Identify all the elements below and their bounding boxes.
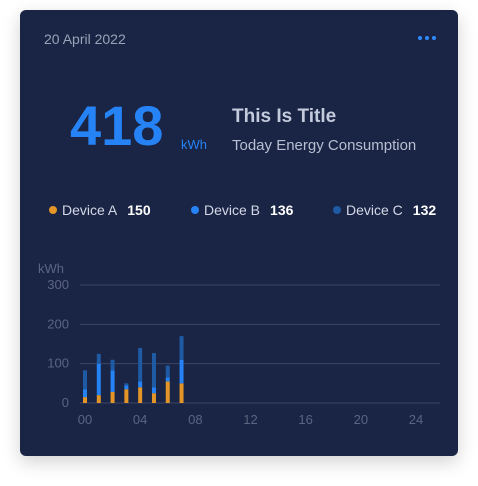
legend-dot-icon bbox=[49, 206, 57, 214]
legend-item-device-b: Device B 136 bbox=[191, 202, 293, 218]
chart-bar-device-b bbox=[124, 385, 129, 390]
chart-bar-device-c bbox=[124, 383, 129, 386]
chart-bar-device-a bbox=[138, 387, 143, 403]
y-tick-label: 100 bbox=[47, 356, 69, 371]
x-tick-label: 12 bbox=[243, 412, 257, 427]
chart-bar-device-b bbox=[138, 381, 143, 388]
legend-dot-icon bbox=[333, 206, 341, 214]
chart-bar-device-c bbox=[110, 359, 115, 371]
y-axis-label: kWh bbox=[38, 261, 64, 276]
chart-bar-device-c bbox=[96, 353, 101, 364]
card-subtitle: Today Energy Consumption bbox=[232, 137, 417, 154]
y-tick-label: 300 bbox=[47, 277, 69, 292]
legend-item-device-c: Device C 132 bbox=[333, 202, 436, 218]
chart-bar-device-a bbox=[179, 383, 184, 403]
chart-bar-device-b bbox=[151, 387, 156, 394]
chart-bar-device-c bbox=[151, 353, 156, 388]
more-options-icon[interactable] bbox=[418, 32, 440, 44]
date-label: 20 April 2022 bbox=[44, 31, 126, 47]
chart-bar-device-a bbox=[96, 395, 101, 403]
chart-bar-device-a bbox=[83, 397, 87, 403]
consumption-unit: kWh bbox=[181, 137, 207, 152]
chart-bar-device-b bbox=[165, 377, 170, 382]
y-tick-label: 200 bbox=[47, 316, 69, 331]
chart-bar-device-b bbox=[179, 359, 184, 384]
chart-bar-device-b bbox=[110, 370, 115, 392]
x-tick-label: 24 bbox=[409, 412, 423, 427]
chart-bar-device-a bbox=[124, 389, 129, 403]
x-tick-label: 20 bbox=[354, 412, 368, 427]
card-title: This Is Title bbox=[232, 106, 337, 127]
legend-label: Device C bbox=[346, 202, 403, 218]
energy-bar-chart: kWh 0 100 200 300 00 04 08 12 16 20 24 bbox=[38, 261, 440, 427]
legend-label: Device B bbox=[204, 202, 261, 218]
x-tick-label: 00 bbox=[78, 412, 92, 427]
chart-bar-device-a bbox=[151, 393, 156, 403]
energy-card: 20 April 2022 418 kWh This Is Title Toda… bbox=[20, 10, 458, 456]
chart-bar-device-a bbox=[110, 391, 115, 403]
chart-bar-device-c bbox=[83, 370, 87, 390]
chart-bar-device-a bbox=[165, 381, 170, 403]
x-tick-label: 08 bbox=[188, 412, 202, 427]
x-tick-label: 04 bbox=[133, 412, 147, 427]
chart-bar-device-c bbox=[165, 365, 170, 378]
legend-value: 136 bbox=[270, 202, 294, 218]
legend-dot-icon bbox=[191, 206, 199, 214]
legend-label: Device A bbox=[62, 202, 118, 218]
legend-item-device-a: Device A 150 bbox=[49, 202, 151, 218]
chart-bar-device-c bbox=[138, 347, 143, 382]
chart-bar-device-c bbox=[179, 336, 184, 360]
legend-value: 132 bbox=[412, 202, 437, 218]
y-tick-label: 0 bbox=[62, 395, 69, 410]
chart-bar-device-b bbox=[83, 389, 87, 398]
legend-value: 150 bbox=[127, 202, 151, 218]
consumption-value: 418 bbox=[70, 94, 164, 157]
chart-bar-device-b bbox=[96, 363, 101, 396]
x-tick-label: 16 bbox=[298, 412, 312, 427]
